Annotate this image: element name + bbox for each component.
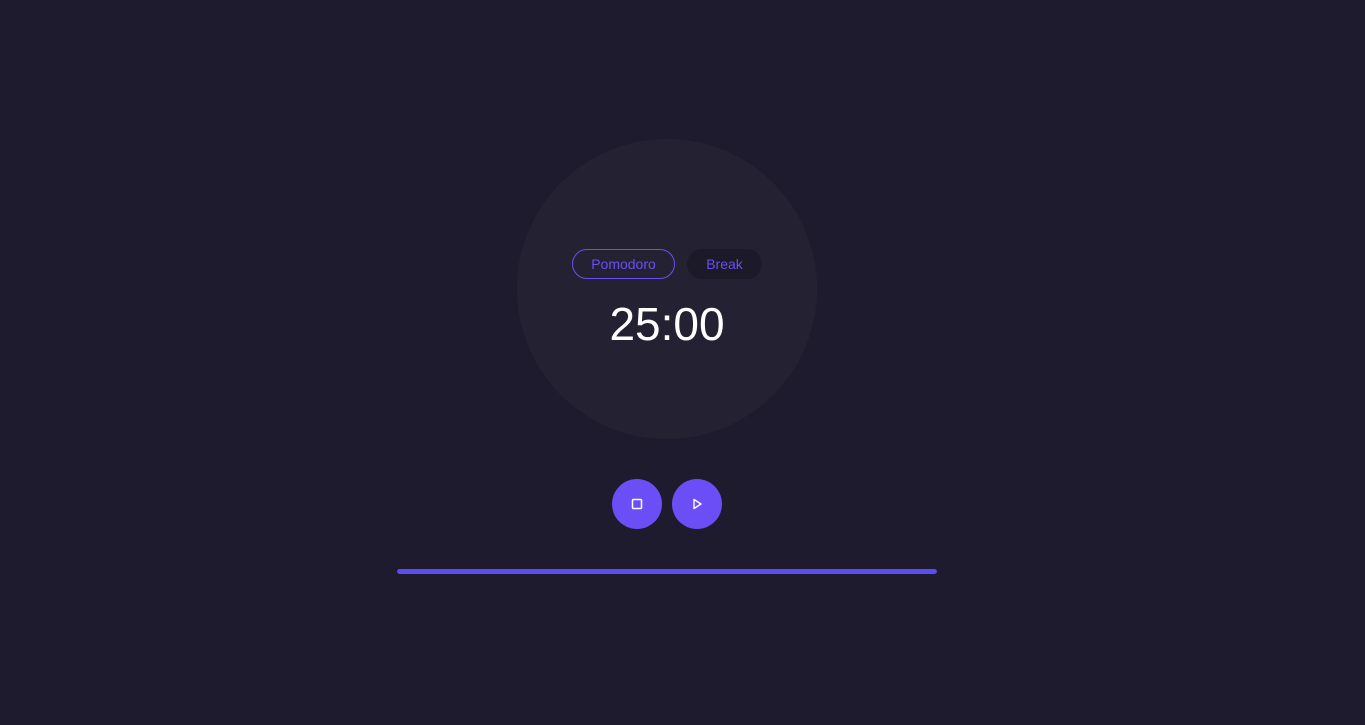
stop-icon [631, 498, 643, 510]
tab-pomodoro[interactable]: Pomodoro [572, 249, 675, 279]
time-display: 25:00 [609, 298, 725, 350]
timer-dial [517, 139, 817, 439]
mode-tabs: Pomodoro Break [572, 249, 762, 279]
stop-button[interactable] [612, 479, 662, 529]
progress-bar [397, 569, 937, 574]
progress-fill [397, 569, 937, 574]
play-icon [693, 498, 702, 510]
pomodoro-app: Pomodoro Break 25:00 [0, 0, 1365, 725]
timer-controls [612, 479, 722, 529]
play-button[interactable] [672, 479, 722, 529]
tab-break[interactable]: Break [687, 249, 762, 279]
